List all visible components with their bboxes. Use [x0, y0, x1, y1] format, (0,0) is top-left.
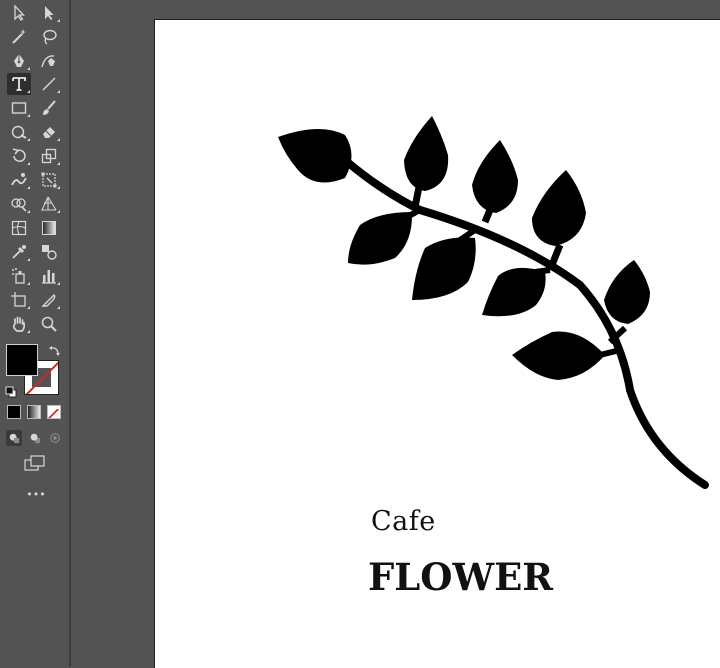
hand-tool[interactable] [7, 313, 31, 335]
draw-behind-icon [30, 433, 41, 444]
swap-arrow-icon [49, 346, 60, 356]
draw-behind-button[interactable] [27, 430, 43, 446]
rotate-icon [12, 148, 26, 163]
column-graph-tool[interactable] [37, 265, 61, 287]
lasso-tool[interactable] [37, 26, 61, 48]
swap-fill-stroke-button[interactable] [48, 343, 62, 357]
warp-tool[interactable] [7, 169, 31, 191]
screen-mode-icon [24, 455, 45, 471]
type-t-icon [12, 77, 26, 91]
blend-icon [42, 245, 57, 260]
leaf [348, 212, 413, 265]
zoom-magnifier-icon [41, 316, 57, 332]
leaf [482, 267, 546, 317]
eraser-tool[interactable] [37, 121, 61, 143]
curvature-tool[interactable] [37, 50, 61, 72]
paintbrush-tool[interactable] [37, 97, 61, 119]
flower-text[interactable]: FLOWER [368, 555, 553, 599]
leaf [604, 260, 650, 324]
blend-tool[interactable] [37, 241, 61, 263]
artboard-icon [11, 292, 26, 307]
hand-icon [12, 316, 26, 332]
scale-tool[interactable] [37, 145, 61, 167]
pen-nib-icon [14, 54, 24, 67]
shape-builder-tool[interactable] [7, 193, 31, 215]
perspective-grid-tool[interactable] [37, 193, 61, 215]
draw-normal-button[interactable] [6, 430, 22, 446]
leaf [404, 116, 449, 191]
symbol-sprayer-tool[interactable] [7, 265, 31, 287]
free-transform-tool[interactable] [37, 169, 61, 191]
edit-toolbar-button[interactable]: ••• [24, 488, 48, 502]
line-segment-icon [42, 77, 56, 91]
magic-wand-tool[interactable] [7, 26, 31, 48]
eyedropper-icon [12, 245, 26, 259]
zoom-tool[interactable] [37, 313, 61, 335]
color-mode-button[interactable] [7, 405, 21, 419]
branch-stem [341, 156, 709, 489]
direct-selection-arrow-icon [45, 6, 54, 20]
mesh-icon [11, 220, 27, 236]
tools-panel: ••• [0, 0, 71, 667]
draw-normal-icon [9, 433, 20, 444]
warp-icon [11, 173, 27, 186]
curvature-pen-icon [41, 55, 55, 68]
shape-builder-icon [11, 198, 27, 212]
line-segment-tool[interactable] [37, 73, 61, 95]
gradient-mode-button[interactable] [27, 405, 41, 419]
symbol-sprayer-icon [12, 268, 25, 284]
shaper-icon [11, 125, 27, 139]
rectangle-icon [11, 102, 27, 114]
slice-tool[interactable] [37, 289, 61, 311]
leaf [472, 140, 518, 213]
column-graph-icon [42, 270, 56, 284]
draw-inside-icon [50, 433, 60, 443]
paintbrush-icon [43, 100, 56, 115]
direct-selection-tool[interactable] [37, 2, 61, 24]
magic-wand-icon [12, 29, 26, 44]
gradient-tool[interactable] [37, 217, 61, 239]
default-colors-icon [5, 386, 17, 398]
cafe-text[interactable]: Cafe [371, 506, 436, 537]
scale-icon [41, 148, 57, 164]
slice-knife-icon [41, 294, 56, 307]
type-tool[interactable] [7, 73, 31, 95]
leaf [278, 128, 352, 183]
rectangle-tool[interactable] [7, 97, 31, 119]
free-transform-icon [41, 172, 57, 188]
selection-tool[interactable] [7, 2, 31, 24]
screen-mode-button[interactable] [24, 454, 46, 472]
leaf [512, 331, 605, 380]
selection-arrow-icon [14, 4, 26, 21]
leaf [532, 170, 586, 246]
artboard-tool[interactable] [7, 289, 31, 311]
draw-inside-button[interactable] [47, 430, 63, 446]
perspective-grid-icon [41, 196, 57, 211]
leaf-branch-artwork[interactable] [260, 110, 720, 500]
leaf [412, 237, 476, 300]
shaper-tool[interactable] [7, 121, 31, 143]
eraser-icon [43, 127, 55, 138]
eyedropper-tool[interactable] [7, 241, 31, 263]
lasso-icon [43, 29, 57, 45]
none-mode-button[interactable] [47, 405, 61, 419]
pen-tool[interactable] [7, 50, 31, 72]
rotate-tool[interactable] [7, 145, 31, 167]
default-fill-stroke-button[interactable] [4, 384, 18, 398]
none-slash-icon [48, 408, 59, 418]
gradient-icon [42, 221, 56, 235]
mesh-tool[interactable] [7, 217, 31, 239]
fill-color-swatch[interactable] [6, 344, 38, 376]
